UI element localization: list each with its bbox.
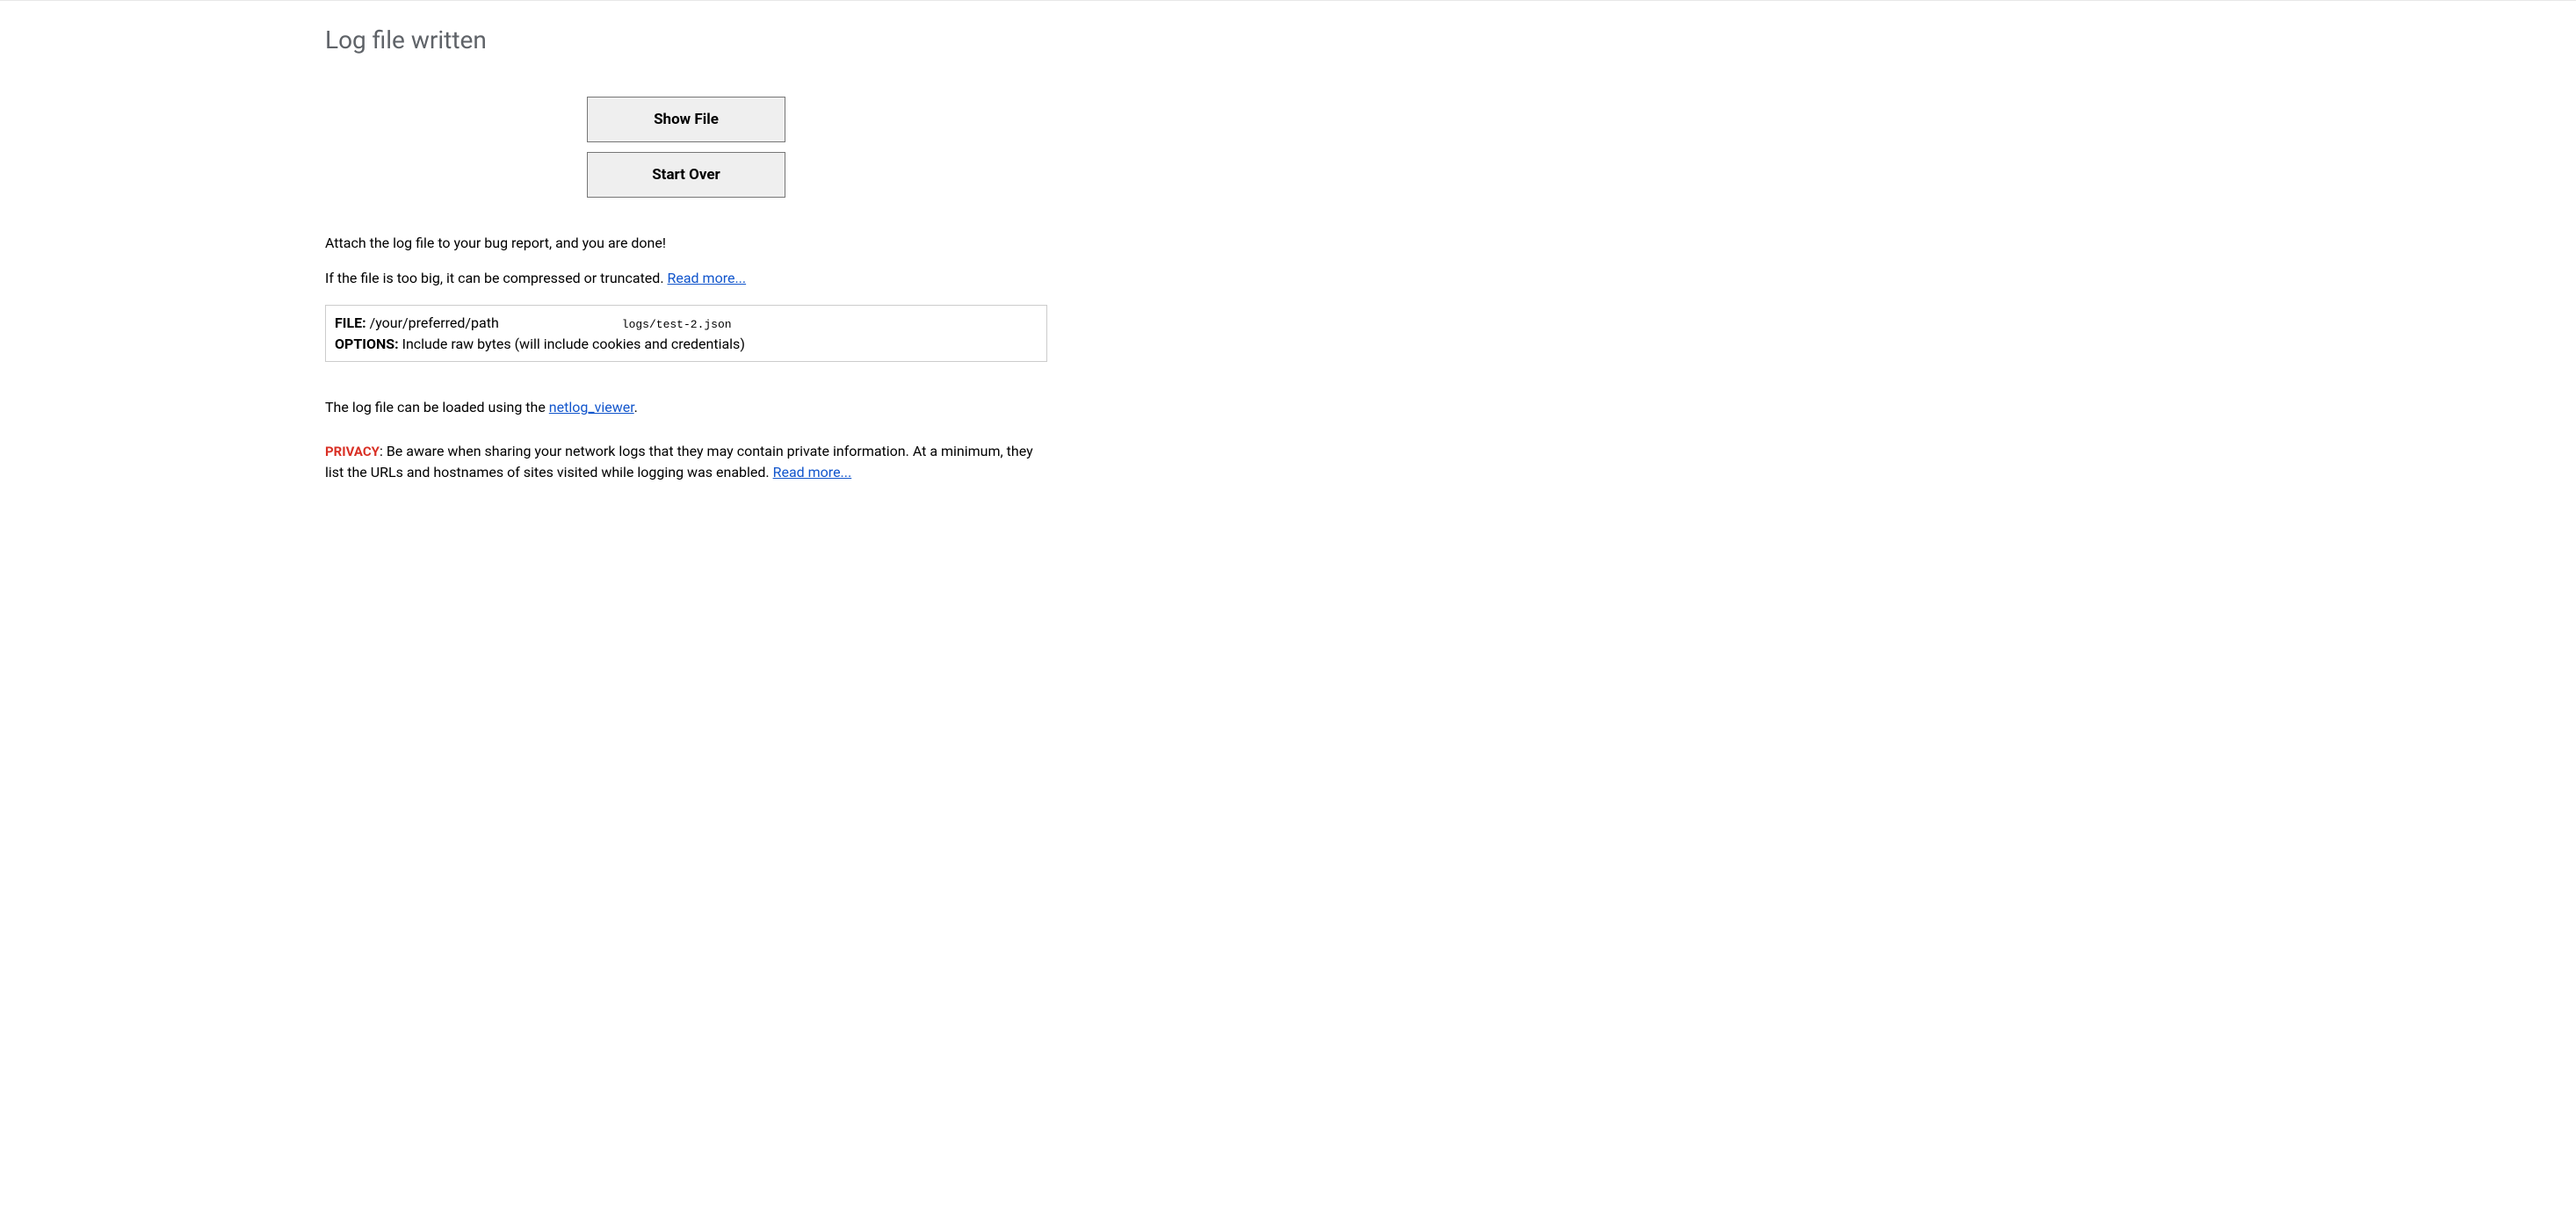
- page-title: Log file written: [325, 25, 1047, 54]
- options-value: Include raw bytes (will include cookies …: [399, 336, 745, 352]
- file-path-prefix: /your/preferred/path: [366, 314, 499, 331]
- privacy-body: : Be aware when sharing your network log…: [325, 443, 1033, 480]
- viewer-instruction: The log file can be loaded using the net…: [325, 397, 1047, 418]
- netlog-viewer-link[interactable]: netlog_viewer: [549, 399, 634, 415]
- viewer-suffix: .: [634, 399, 638, 415]
- read-more-link-compression[interactable]: Read more...: [668, 270, 747, 286]
- options-row: OPTIONS: Include raw bytes (will include…: [335, 334, 1038, 354]
- show-file-button[interactable]: Show File: [587, 97, 785, 142]
- file-info-box: FILE: /your/preferred/path logs/test-2.js…: [325, 305, 1047, 362]
- file-row: FILE: /your/preferred/path logs/test-2.js…: [335, 313, 1038, 334]
- file-label: FILE:: [335, 314, 366, 331]
- compress-instruction: If the file is too big, it can be compre…: [325, 268, 1047, 289]
- attach-instruction: Attach the log file to your bug report, …: [325, 233, 1047, 254]
- privacy-notice: PRIVACY: Be aware when sharing your netw…: [325, 441, 1047, 483]
- privacy-label: PRIVACY: [325, 444, 380, 459]
- options-label: OPTIONS:: [335, 336, 399, 352]
- read-more-link-privacy[interactable]: Read more...: [773, 464, 852, 480]
- button-group: Show File Start Over: [325, 97, 1047, 198]
- too-big-text: If the file is too big, it can be compre…: [325, 270, 668, 286]
- main-container: Log file written Show File Start Over At…: [325, 1, 1047, 483]
- file-path-suffix: logs/test-2.json: [622, 318, 732, 331]
- viewer-prefix: The log file can be loaded using the: [325, 399, 549, 415]
- start-over-button[interactable]: Start Over: [587, 152, 785, 198]
